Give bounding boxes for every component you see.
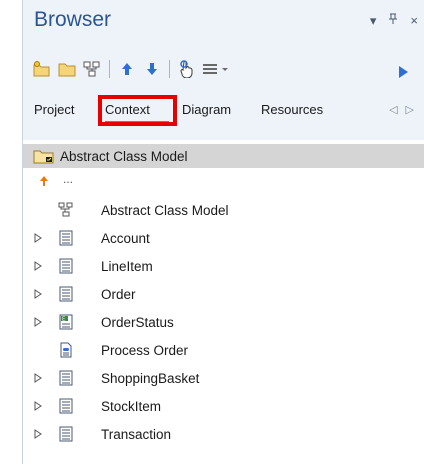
tree-item[interactable]: Order xyxy=(23,282,424,306)
browser-panel: Browser ▾ × Project Context Diagram Reso… xyxy=(22,0,424,464)
tree-item[interactable]: Account xyxy=(23,226,424,250)
panel-title: Browser xyxy=(34,8,112,31)
diagram-icon[interactable] xyxy=(81,58,103,80)
expand-arrow-icon[interactable] xyxy=(34,310,44,334)
tree-up-row[interactable]: ... xyxy=(23,170,424,194)
toolbar-separator xyxy=(109,60,110,78)
tree-root-row[interactable]: Abstract Class Model xyxy=(23,144,424,168)
tree-item[interactable]: Transaction xyxy=(23,422,424,446)
enumeration-icon: E xyxy=(58,314,74,330)
title-bar: Browser ▾ × xyxy=(23,0,424,44)
tree-item-label: LineItem xyxy=(101,258,153,274)
tab-scroll-controls: ◁ ▷ xyxy=(389,103,414,116)
tree-item-label: Order xyxy=(101,286,136,302)
expand-arrow-icon[interactable] xyxy=(34,366,44,390)
menu-icon[interactable] xyxy=(201,58,231,80)
class-icon xyxy=(58,370,74,386)
tree-item-label: Account xyxy=(101,230,150,246)
package-icon xyxy=(33,148,55,164)
close-icon[interactable]: × xyxy=(410,13,418,29)
tab-diagram[interactable]: Diagram xyxy=(182,102,231,117)
expand-arrow-icon[interactable] xyxy=(34,422,44,446)
diagram-icon xyxy=(58,202,74,218)
active-tab-highlight-box xyxy=(98,95,177,126)
activity-icon xyxy=(58,342,74,358)
tree-item-label: Process Order xyxy=(101,342,189,358)
tree-root-label: Abstract Class Model xyxy=(60,148,188,164)
tree-item[interactable]: Process Order xyxy=(23,338,424,362)
expand-arrow-icon[interactable] xyxy=(34,394,44,418)
tab-resources[interactable]: Resources xyxy=(261,102,323,117)
tree-item-label: Abstract Class Model xyxy=(101,202,229,218)
context-tree: Abstract Class Model ... Abstract Class … xyxy=(23,140,424,464)
tree-item-label: Transaction xyxy=(101,426,172,442)
browser-tabs: Project Context Diagram Resources ◁ ▷ xyxy=(23,96,424,126)
tree-item[interactable]: LineItem xyxy=(23,254,424,278)
toolbar-separator xyxy=(169,60,170,78)
window-controls: ▾ × xyxy=(370,13,418,29)
class-icon xyxy=(58,398,74,414)
svg-text:E: E xyxy=(62,317,65,323)
class-icon xyxy=(58,230,74,246)
dropdown-icon[interactable]: ▾ xyxy=(370,13,377,29)
class-icon xyxy=(58,426,74,442)
toolbar xyxy=(31,57,419,81)
tree-up-label: ... xyxy=(63,172,74,186)
pin-icon[interactable] xyxy=(388,13,398,29)
tree-item-label: OrderStatus xyxy=(101,314,174,330)
tree-item[interactable]: Abstract Class Model xyxy=(23,198,424,222)
tree-item-label: StockItem xyxy=(101,398,162,414)
expand-arrow-icon[interactable] xyxy=(34,254,44,278)
class-icon xyxy=(58,258,74,274)
parent-arrow-icon xyxy=(39,174,55,190)
tree-item[interactable]: E OrderStatus xyxy=(23,310,424,334)
move-down-icon[interactable] xyxy=(141,58,163,80)
move-up-icon[interactable] xyxy=(116,58,138,80)
locate-icon[interactable] xyxy=(176,58,198,80)
tree-item[interactable]: ShoppingBasket xyxy=(23,366,424,390)
tab-scroll-left-icon[interactable]: ◁ xyxy=(389,103,397,116)
tree-item-label: ShoppingBasket xyxy=(101,370,200,386)
tree-item[interactable]: StockItem xyxy=(23,394,424,418)
tab-project[interactable]: Project xyxy=(34,102,74,117)
expand-arrow-icon[interactable] xyxy=(34,226,44,250)
class-icon xyxy=(58,286,74,302)
folder-icon[interactable] xyxy=(56,58,78,80)
run-icon[interactable] xyxy=(392,61,414,83)
expand-arrow-icon[interactable] xyxy=(34,282,44,306)
new-package-icon[interactable] xyxy=(31,58,53,80)
tab-scroll-right-icon[interactable]: ▷ xyxy=(406,103,414,116)
